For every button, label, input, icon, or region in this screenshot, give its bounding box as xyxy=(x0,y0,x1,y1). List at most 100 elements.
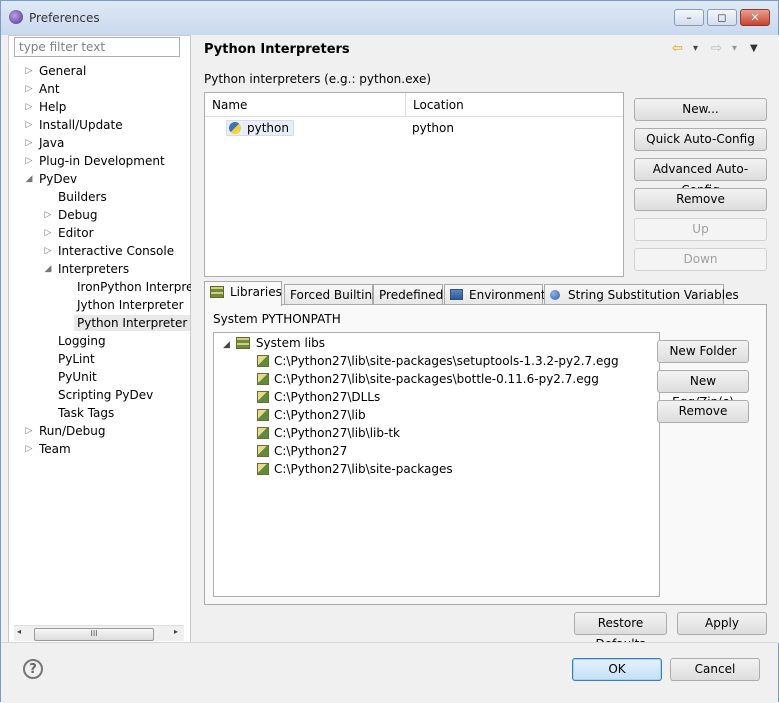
tree-item-logging[interactable]: Logging xyxy=(43,332,106,350)
expand-icon[interactable]: ▷ xyxy=(24,62,34,80)
library-path-item[interactable]: C:\Python27\lib\site-packages\bottle-0.1… xyxy=(257,370,599,388)
column-header-location[interactable]: Location xyxy=(406,93,623,117)
tree-item-pyunit[interactable]: PyUnit xyxy=(43,368,97,386)
expand-icon[interactable]: ▷ xyxy=(24,422,34,440)
scrollbar-thumb[interactable]: III xyxy=(34,628,154,641)
tree-item-label: Team xyxy=(39,442,71,456)
apply-button[interactable]: Apply xyxy=(677,612,767,635)
cancel-button[interactable]: Cancel xyxy=(670,658,760,681)
library-path-item[interactable]: C:\Python27 xyxy=(257,442,347,460)
jar-icon xyxy=(257,373,269,385)
pythonpath-label: System PYTHONPATH xyxy=(213,312,341,326)
library-path-item[interactable]: C:\Python27\lib\site-packages\setuptools… xyxy=(257,352,619,370)
interpreters-label: Python interpreters (e.g.: python.exe) xyxy=(204,72,432,86)
filter-input[interactable]: type filter text xyxy=(14,37,180,57)
column-header-name[interactable]: Name xyxy=(205,93,406,117)
new-interpreter-button[interactable]: New... xyxy=(634,98,767,121)
library-path-item[interactable]: C:\Python27\DLLs xyxy=(257,388,380,406)
close-button[interactable]: ✕ xyxy=(740,9,770,26)
collapse-icon[interactable]: ◢ xyxy=(24,170,34,188)
tree-item-label: Jython Interpreter xyxy=(77,298,184,312)
scroll-left-icon[interactable]: ◂ xyxy=(17,627,21,636)
library-path-label: C:\Python27\DLLs xyxy=(274,390,381,404)
library-path-label: C:\Python27 xyxy=(274,444,348,458)
tree-item-interpreters[interactable]: ◢ Interpreters xyxy=(43,260,130,278)
new-egg-zip-button[interactable]: New Egg/Zip(s) xyxy=(657,370,749,409)
tab-string-substitution-variables[interactable]: String Substitution Variables xyxy=(544,284,739,305)
help-icon[interactable]: ? xyxy=(23,659,43,679)
preference-page: Python Interpreters ⇦ ▾ ⇨ ▾ ▼ Python int… xyxy=(191,35,779,651)
horizontal-scrollbar[interactable]: ◂ III ▸ xyxy=(14,625,184,641)
tree-item-debug[interactable]: ▷ Debug xyxy=(43,206,98,224)
tree-item-pydev[interactable]: ◢ PyDev xyxy=(24,170,78,188)
expand-icon[interactable]: ▷ xyxy=(24,116,34,134)
tree-item-ant[interactable]: ▷ Ant xyxy=(24,80,60,98)
tree-item-label: Scripting PyDev xyxy=(58,388,154,402)
library-path-item[interactable]: C:\Python27\lib xyxy=(257,406,366,424)
tree-item-label: Install/Update xyxy=(39,118,123,132)
tree-item-label: Debug xyxy=(58,208,98,222)
library-path-item[interactable]: C:\Python27\lib\site-packages xyxy=(257,460,453,478)
back-arrow-icon[interactable]: ⇦ xyxy=(672,41,683,56)
tree-item-editor[interactable]: ▷ Editor xyxy=(43,224,94,242)
tree-item-team[interactable]: ▷ Team xyxy=(24,440,71,458)
tree-item-interactive-console[interactable]: ▷ Interactive Console xyxy=(43,242,175,260)
tree-item-plug-in-development[interactable]: ▷ Plug-in Development xyxy=(24,152,165,170)
tree-item-jython-interpreter[interactable]: Jython Interpreter xyxy=(62,296,184,314)
back-menu-icon[interactable]: ▾ xyxy=(693,43,698,54)
expand-icon[interactable]: ▷ xyxy=(43,224,53,242)
tree-item-builders[interactable]: Builders xyxy=(43,188,107,206)
expand-icon[interactable]: ▷ xyxy=(43,242,53,260)
collapse-icon[interactable]: ◢ xyxy=(223,340,230,350)
tab-environment[interactable]: Environment xyxy=(444,284,546,305)
window-title: Preferences xyxy=(29,11,100,25)
tree-item-help[interactable]: ▷ Help xyxy=(24,98,67,116)
tree-item-ironpython-interpre[interactable]: IronPython Interpre xyxy=(62,278,193,296)
tab-forced-builtins[interactable]: Forced Builtins xyxy=(284,284,378,305)
maximize-button[interactable]: ◻ xyxy=(707,9,737,26)
tree-item-label: Interpreters xyxy=(58,262,130,276)
tree-item-general[interactable]: ▷ General xyxy=(24,62,87,80)
scroll-right-icon[interactable]: ▸ xyxy=(174,627,178,636)
expand-icon[interactable]: ▷ xyxy=(24,440,34,458)
expand-icon[interactable]: ▷ xyxy=(24,80,34,98)
minimize-button[interactable]: – xyxy=(674,9,704,26)
view-menu-icon[interactable]: ▼ xyxy=(750,43,758,54)
tree-item-scripting-pydev[interactable]: Scripting PyDev xyxy=(43,386,153,404)
expand-icon[interactable]: ▷ xyxy=(43,206,53,224)
ok-button[interactable]: OK xyxy=(572,658,662,681)
table-row[interactable]: python xyxy=(226,119,294,137)
library-path-label: C:\Python27\lib\site-packages xyxy=(274,462,453,476)
library-path-label: C:\Python27\lib\site-packages\setuptools… xyxy=(274,354,619,368)
interpreters-table: Name Location python python xyxy=(204,92,624,277)
title-bar: Preferences – ◻ ✕ xyxy=(1,1,778,35)
forward-arrow-icon[interactable]: ⇨ xyxy=(711,41,722,56)
expand-icon[interactable]: ▷ xyxy=(24,134,34,152)
tree-item-label: Java xyxy=(39,136,65,150)
tab-libraries[interactable]: Libraries xyxy=(204,281,282,306)
advanced-auto-config-button[interactable]: Advanced Auto-Config xyxy=(634,158,767,197)
tree-item-run-debug[interactable]: ▷ Run/Debug xyxy=(24,422,106,440)
tab-predefined[interactable]: Predefined xyxy=(373,284,443,305)
library-path-item[interactable]: C:\Python27\lib\lib-tk xyxy=(257,424,400,442)
down-button[interactable]: Down xyxy=(634,248,767,271)
tree-item-pylint[interactable]: PyLint xyxy=(43,350,95,368)
library-path-label: C:\Python27\lib xyxy=(274,408,366,422)
tree-item-python-interpreter[interactable]: Python Interpreter xyxy=(62,314,191,332)
remove-interpreter-button[interactable]: Remove xyxy=(634,188,767,211)
new-folder-button[interactable]: New Folder xyxy=(657,340,749,363)
forward-menu-icon[interactable]: ▾ xyxy=(732,43,737,54)
tree-item-java[interactable]: ▷ Java xyxy=(24,134,65,152)
expand-icon[interactable]: ▷ xyxy=(24,152,34,170)
restore-defaults-button[interactable]: Restore Defaults xyxy=(574,612,667,651)
quick-auto-config-button[interactable]: Quick Auto-Config xyxy=(634,128,767,151)
expand-icon[interactable]: ▷ xyxy=(24,98,34,116)
tree-item-task-tags[interactable]: Task Tags xyxy=(43,404,114,422)
tree-item-label: IronPython Interpre xyxy=(77,280,194,294)
up-button[interactable]: Up xyxy=(634,218,767,241)
jar-icon xyxy=(257,463,269,475)
tree-item-install-update[interactable]: ▷ Install/Update xyxy=(24,116,123,134)
system-libs-node[interactable]: ◢ System libs xyxy=(223,334,325,352)
collapse-icon[interactable]: ◢ xyxy=(43,260,53,278)
remove-library-button[interactable]: Remove xyxy=(657,400,749,423)
